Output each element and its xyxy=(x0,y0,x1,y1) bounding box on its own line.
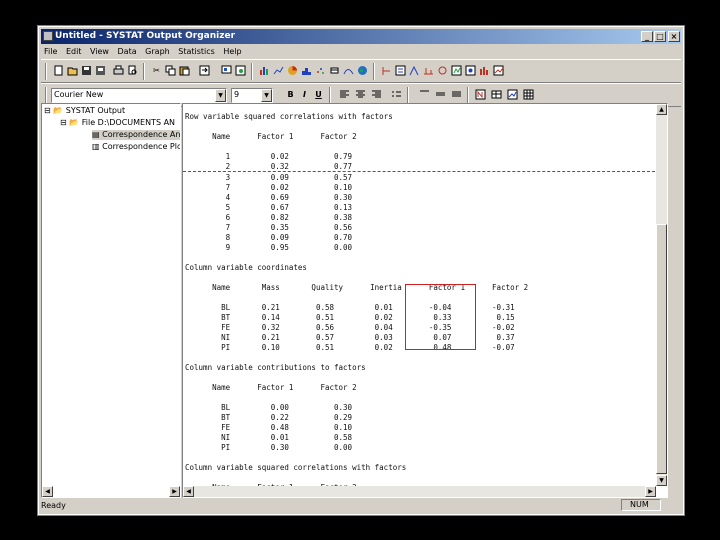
toolbar-grip xyxy=(45,63,47,80)
scatter-icon[interactable] xyxy=(315,65,326,76)
font-size-select[interactable]: 9 ▼ xyxy=(231,88,273,103)
font-size-value: 9 xyxy=(234,90,240,99)
stats-icon-7[interactable] xyxy=(465,65,476,76)
tree-root[interactable]: ⊟ 📂 SYSTAT Output xyxy=(44,106,125,116)
stats-icon-8[interactable] xyxy=(479,65,490,76)
new-icon[interactable] xyxy=(53,65,64,76)
page-break-line xyxy=(183,171,655,172)
status-bar: Ready NUM xyxy=(41,499,681,512)
scroll-left-button[interactable]: ◀ xyxy=(183,486,194,497)
title-bar[interactable]: Untitled - SYSTAT Output Organizer _ □ × xyxy=(41,29,681,44)
stats-icon-5[interactable] xyxy=(437,65,448,76)
open-icon[interactable] xyxy=(67,65,78,76)
toolbar-separator xyxy=(329,87,331,104)
scroll-up-button[interactable]: ▲ xyxy=(656,104,667,115)
inertia-highlight-box xyxy=(405,284,476,350)
insert-data-icon[interactable] xyxy=(491,89,502,100)
pie-chart-icon[interactable] xyxy=(287,65,298,76)
insert-table-icon[interactable] xyxy=(523,89,534,100)
page-break-icon[interactable] xyxy=(451,89,462,100)
output-text-main: 3 0.09 0.57 7 0.02 0.10 4 0.69 0.30 5 0.… xyxy=(185,173,529,492)
insert-graph-icon[interactable] xyxy=(507,89,518,100)
function-plot-icon[interactable] xyxy=(343,65,354,76)
font-name-select[interactable]: Courier New ▼ xyxy=(51,88,227,103)
vertical-scrollbar[interactable]: ▲ ▼ xyxy=(656,104,667,486)
stats-icon-6[interactable] xyxy=(451,65,462,76)
tree-root-label: SYSTAT Output xyxy=(65,106,126,115)
scroll-right-button[interactable]: ▶ xyxy=(645,486,656,497)
tree-item-label: Correspondence Ana xyxy=(102,130,181,139)
menu-data[interactable]: Data xyxy=(118,47,137,56)
horizontal-scrollbar[interactable]: ◀ ▶ xyxy=(183,486,656,497)
menu-file[interactable]: File xyxy=(44,47,57,56)
copy-icon[interactable] xyxy=(165,65,176,76)
toolbar-separator xyxy=(467,87,469,104)
scroll-left-button[interactable]: ◀ xyxy=(42,486,53,497)
stats-icon-1[interactable] xyxy=(381,65,392,76)
close-button[interactable]: × xyxy=(668,31,680,42)
standard-toolbar: ✂ xyxy=(41,59,681,83)
window-title: Untitled - SYSTAT Output Organizer xyxy=(55,31,236,41)
header-icon[interactable] xyxy=(419,89,430,100)
insert-object-icon[interactable] xyxy=(475,89,486,100)
line-chart-icon[interactable] xyxy=(273,65,284,76)
print-preview-icon[interactable] xyxy=(127,65,138,76)
menu-statistics[interactable]: Statistics xyxy=(178,47,215,56)
chevron-down-icon[interactable]: ▼ xyxy=(215,89,226,102)
stats-icon-2[interactable] xyxy=(395,65,406,76)
save-all-icon[interactable] xyxy=(95,65,106,76)
tree-item-correspondence-analysis[interactable]: ▤ Correspondence Ana xyxy=(92,130,181,140)
menu-bar: File Edit View Data Graph Statistics Hel… xyxy=(41,45,681,59)
stats-icon-9[interactable] xyxy=(493,65,504,76)
output-tree: ⊟ 📂 SYSTAT Output ⊟ 📂 File D:\DOCUMENTS … xyxy=(41,103,181,498)
align-center-icon[interactable] xyxy=(355,89,366,100)
refresh-icon[interactable] xyxy=(235,65,246,76)
font-name-value: Courier New xyxy=(54,90,104,99)
app-window: Untitled - SYSTAT Output Organizer _ □ ×… xyxy=(37,25,685,516)
toolbar-separator xyxy=(143,63,145,80)
box-plot-icon[interactable] xyxy=(329,65,340,76)
tree-file-node[interactable]: ⊟ 📂 File D:\DOCUMENTS AN xyxy=(60,118,175,128)
scroll-thumb[interactable] xyxy=(656,224,667,474)
menu-edit[interactable]: Edit xyxy=(66,47,82,56)
toolbar-separator xyxy=(373,63,375,80)
bullets-icon[interactable] xyxy=(391,89,402,100)
tree-item-label: Correspondence Plot xyxy=(102,142,181,151)
tree-item-correspondence-plot[interactable]: ▥ Correspondence Plot xyxy=(92,142,181,152)
find-icon[interactable] xyxy=(199,65,210,76)
stats-icon-4[interactable] xyxy=(423,65,434,76)
view-icon[interactable] xyxy=(221,65,232,76)
num-lock-indicator: NUM xyxy=(621,499,661,511)
menu-help[interactable]: Help xyxy=(223,47,241,56)
align-left-icon[interactable] xyxy=(339,89,350,100)
scroll-down-button[interactable]: ▼ xyxy=(656,475,667,486)
maximize-button[interactable]: □ xyxy=(654,31,666,42)
cut-icon[interactable]: ✂ xyxy=(151,65,162,76)
stats-icon-3[interactable] xyxy=(409,65,420,76)
italic-button[interactable]: I xyxy=(299,89,310,100)
toolbar-separator xyxy=(407,87,409,104)
bold-button[interactable]: B xyxy=(285,89,296,100)
minimize-button[interactable]: _ xyxy=(641,31,653,42)
app-icon[interactable] xyxy=(43,31,53,41)
chevron-down-icon[interactable]: ▼ xyxy=(261,89,272,102)
scroll-right-button[interactable]: ▶ xyxy=(169,486,180,497)
paste-icon[interactable] xyxy=(179,65,190,76)
menu-graph[interactable]: Graph xyxy=(145,47,170,56)
output-pane[interactable]: Row variable squared correlations with f… xyxy=(182,103,668,498)
align-right-icon[interactable] xyxy=(371,89,382,100)
bar-chart-icon[interactable] xyxy=(259,65,270,76)
print-icon[interactable] xyxy=(113,65,124,76)
toolbar-separator xyxy=(251,63,253,80)
toolbar-grip xyxy=(45,87,47,104)
output-text-top: Row variable squared correlations with f… xyxy=(185,112,393,171)
underline-button[interactable]: U xyxy=(313,89,324,100)
save-icon[interactable] xyxy=(81,65,92,76)
tree-file-label: File D:\DOCUMENTS AN xyxy=(81,118,176,127)
status-text: Ready xyxy=(41,501,66,510)
histogram-icon[interactable] xyxy=(301,65,312,76)
map-icon[interactable] xyxy=(357,65,368,76)
menu-view[interactable]: View xyxy=(90,47,109,56)
footer-icon[interactable] xyxy=(435,89,446,100)
